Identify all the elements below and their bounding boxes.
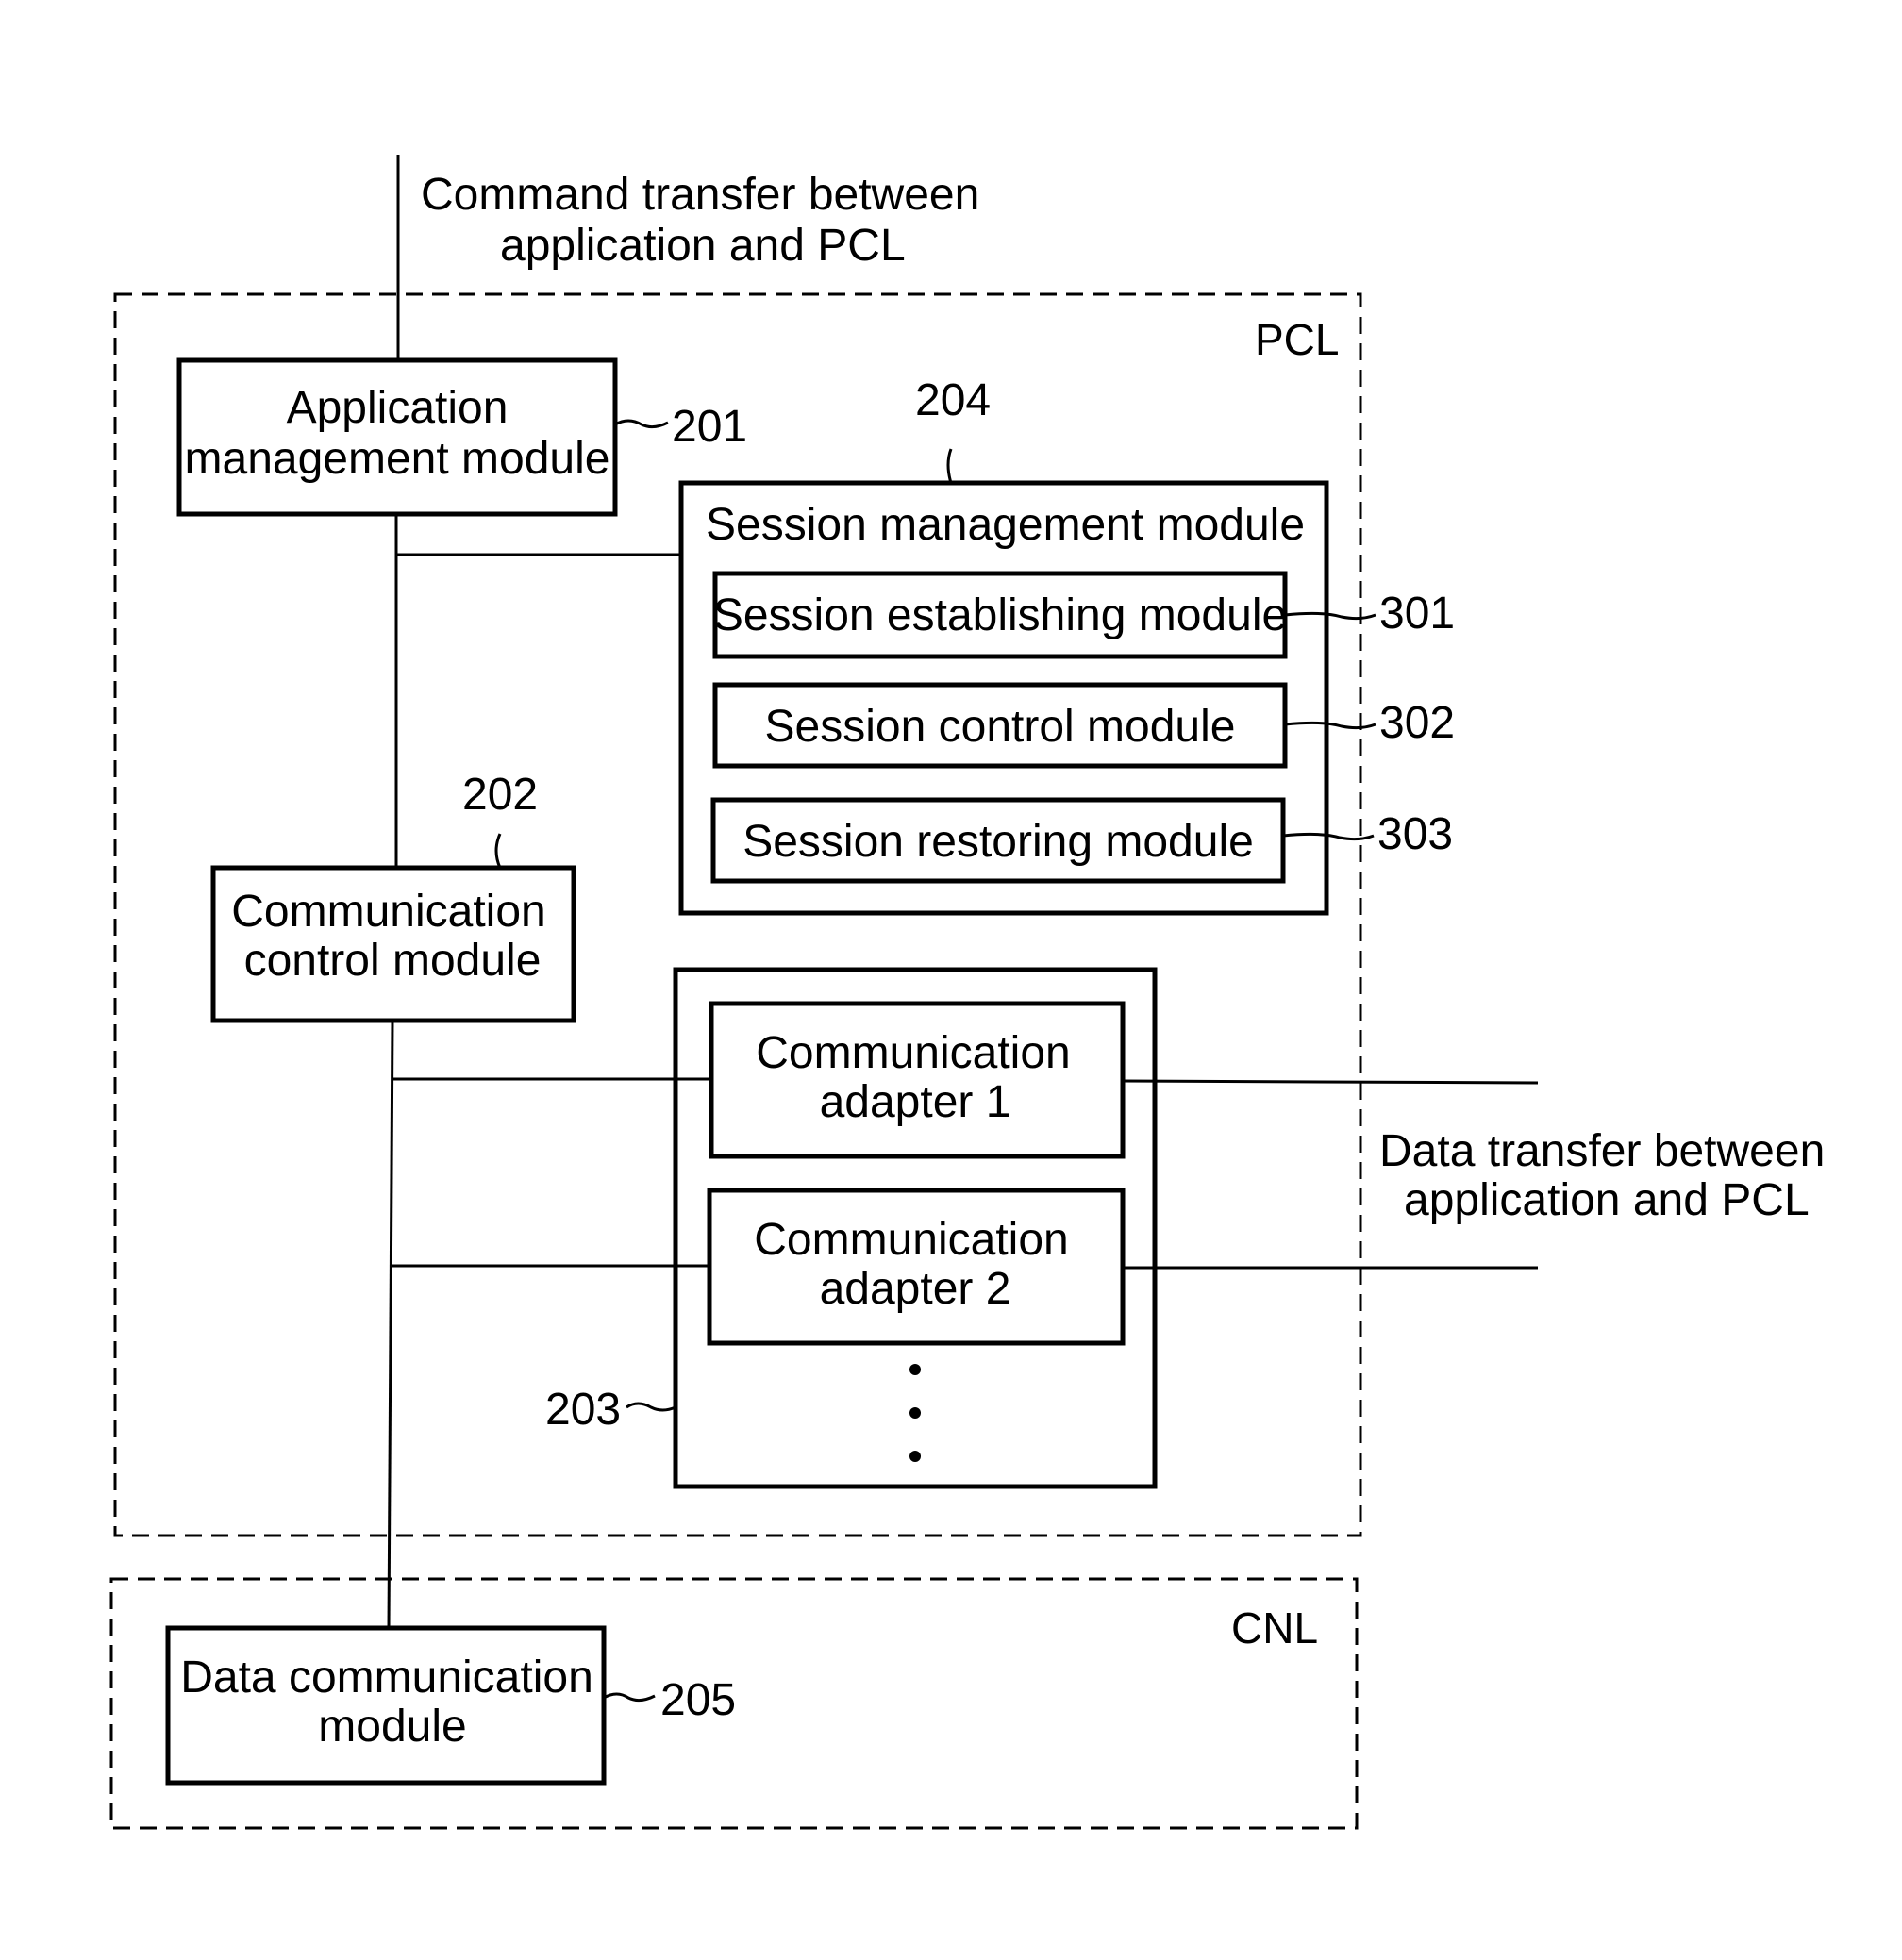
ref-203: 203 <box>545 1385 621 1435</box>
data-comm-label-2: module <box>318 1702 466 1752</box>
data-comm-label-1: Data communication <box>180 1653 593 1703</box>
ref-303: 303 <box>1377 809 1453 859</box>
adapter1-label-2: adapter 1 <box>820 1077 1011 1127</box>
adapter1-label-1: Communication <box>756 1028 1070 1078</box>
adapter2-label-1: Communication <box>754 1215 1068 1265</box>
block-diagram: PCL CNL Command transfer between applica… <box>109 155 1825 1830</box>
command-transfer-label-1: Command transfer between <box>421 170 979 220</box>
ref-301: 301 <box>1379 589 1455 639</box>
command-transfer-label-2: application and PCL <box>500 221 906 271</box>
ellipsis-dot-3 <box>909 1451 921 1462</box>
app-mgmt-label-1: Application <box>287 383 509 433</box>
bus-lower <box>387 1020 394 1629</box>
ref-202-leader <box>494 833 502 869</box>
cnl-label: CNL <box>1231 1603 1318 1653</box>
ref-201: 201 <box>672 402 747 452</box>
ellipsis-dot-2 <box>909 1407 921 1419</box>
ref-302-leader <box>1284 721 1376 730</box>
session-est-label: Session establishing module <box>713 590 1287 640</box>
ref-203-leader <box>626 1402 676 1412</box>
ref-202: 202 <box>462 770 538 820</box>
ref-205: 205 <box>660 1675 736 1725</box>
ref-201-leader <box>614 419 669 429</box>
ref-204-leader <box>946 448 953 484</box>
pcl-label: PCL <box>1255 315 1339 364</box>
comm-ctrl-label-1: Communication <box>231 887 545 937</box>
adapter1-data-line <box>1122 1079 1539 1085</box>
session-rest-label: Session restoring module <box>742 817 1254 867</box>
ref-301-leader <box>1284 611 1376 621</box>
comm-ctrl-label-2: control module <box>244 936 542 986</box>
data-transfer-label-2: application and PCL <box>1404 1175 1810 1225</box>
session-ctrl-label: Session control module <box>765 702 1236 752</box>
ellipsis-dot-1 <box>909 1364 921 1375</box>
ref-204: 204 <box>915 375 991 425</box>
data-transfer-label-1: Data transfer between <box>1379 1126 1825 1176</box>
app-mgmt-label-2: management module <box>185 434 610 484</box>
session-mgmt-label: Session management module <box>706 500 1305 550</box>
ref-205-leader <box>603 1692 656 1703</box>
ref-302: 302 <box>1379 698 1455 748</box>
adapter2-label-2: adapter 2 <box>820 1264 1011 1314</box>
